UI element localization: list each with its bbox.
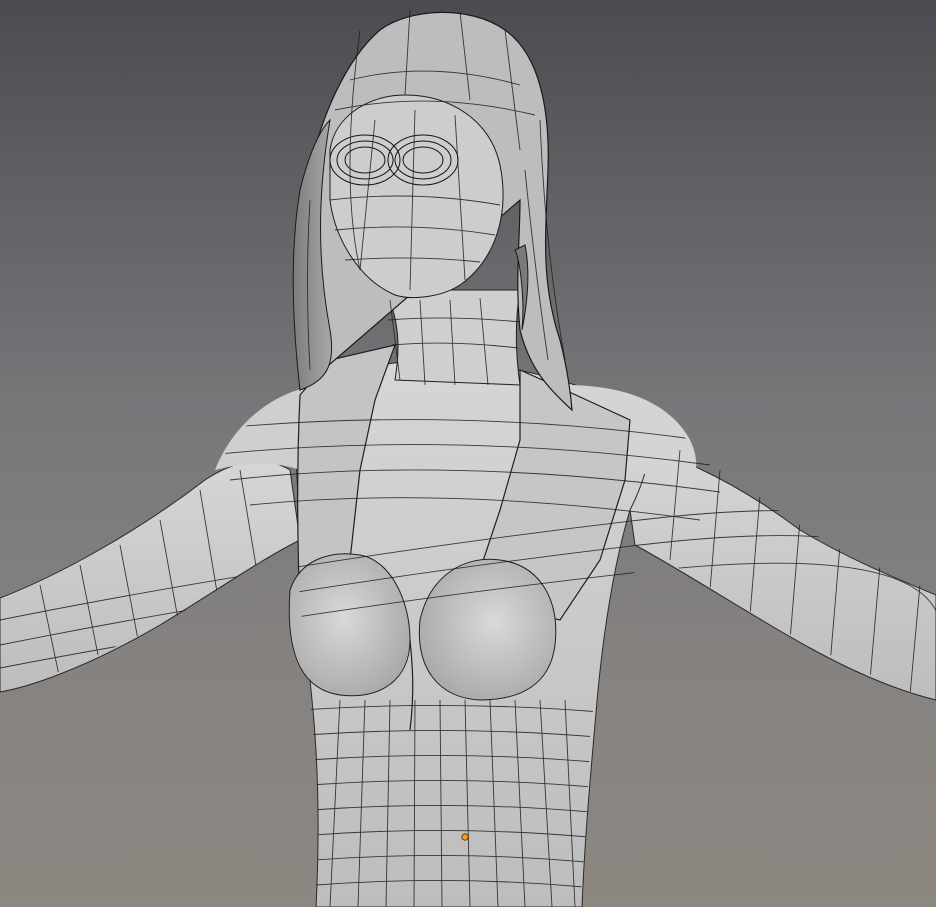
origin-point-icon[interactable]: [461, 833, 469, 841]
3d-viewport[interactable]: [0, 0, 936, 907]
mesh-render[interactable]: [0, 0, 936, 907]
